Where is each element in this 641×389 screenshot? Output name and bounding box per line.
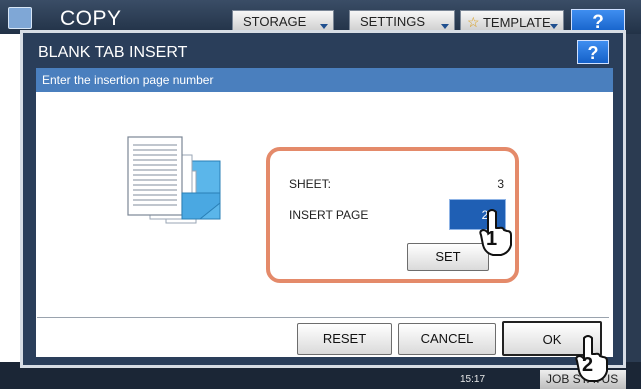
settings-button[interactable]: SETTINGS (349, 10, 455, 32)
tap-hand-icon: 2 (572, 334, 614, 382)
right-panel-edge (626, 34, 641, 364)
cancel-button[interactable]: CANCEL (398, 323, 496, 355)
sheet-value: 3 (497, 177, 504, 191)
step-number: 2 (582, 354, 594, 376)
chevron-down-icon (550, 24, 558, 29)
chevron-down-icon (441, 24, 449, 29)
tap-hand-icon: 1 (476, 208, 518, 256)
copy-app-icon (8, 7, 32, 29)
dialog-header: BLANK TAB INSERT ? (33, 39, 613, 67)
settings-button-label: SETTINGS (360, 14, 426, 29)
sheet-label: SHEET: (289, 177, 332, 191)
step-number: 1 (486, 228, 498, 250)
title-bar: COPY STORAGE SETTINGS ☆ TEMPLATE ? (0, 0, 641, 34)
storage-button-label: STORAGE (243, 14, 307, 29)
insert-page-label: INSERT PAGE (289, 208, 369, 222)
template-button-label: TEMPLATE (482, 15, 551, 30)
template-button[interactable]: ☆ TEMPLATE (460, 10, 564, 32)
chevron-down-icon (320, 24, 328, 29)
dialog-title: BLANK TAB INSERT (38, 44, 188, 61)
clock-time: 15:17 (460, 374, 486, 385)
blank-tab-document-icon (127, 136, 221, 224)
app-title: COPY (60, 7, 122, 30)
reset-button[interactable]: RESET (297, 323, 392, 355)
dialog-instruction: Enter the insertion page number (36, 68, 613, 92)
storage-button[interactable]: STORAGE (232, 10, 334, 32)
divider (37, 317, 609, 318)
star-icon: ☆ (467, 14, 480, 30)
dialog-help-button[interactable]: ? (577, 40, 609, 64)
clock: 15:17 (460, 374, 485, 385)
